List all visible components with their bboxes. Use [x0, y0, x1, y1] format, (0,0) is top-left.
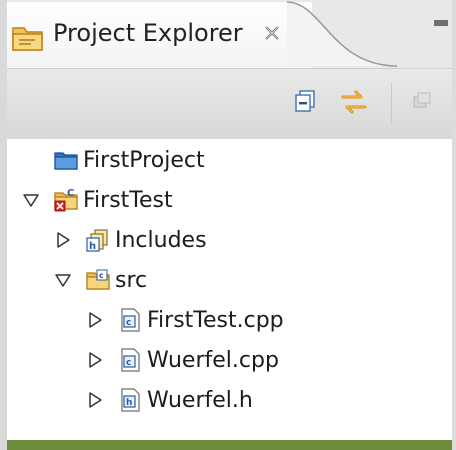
- tree-item-label: FirstTest: [83, 187, 173, 213]
- project-tree: FirstProject C FirstTest h Includes c sr…: [7, 140, 452, 440]
- project-explorer-tab[interactable]: Project Explorer: [7, 2, 312, 68]
- closed-project-icon: [54, 152, 78, 170]
- tree-item-src[interactable]: c src: [53, 260, 147, 300]
- svg-text:c: c: [126, 318, 131, 328]
- collapsed-toggle-icon[interactable]: [85, 390, 105, 410]
- svg-text:h: h: [126, 398, 132, 408]
- tab-edge-curve: [287, 1, 398, 67]
- collapsed-toggle-icon[interactable]: [53, 230, 73, 250]
- toolbar-separator: [391, 83, 392, 123]
- cpp-file-icon: c: [121, 308, 140, 332]
- window-frame-right: [452, 0, 456, 450]
- tree-item-label: Wuerfel.cpp: [147, 347, 279, 373]
- svg-text:h: h: [89, 241, 96, 252]
- tree-item-wuerfel-h[interactable]: h Wuerfel.h: [85, 380, 253, 420]
- includes-icon: h: [86, 229, 108, 252]
- window-frame-left: [0, 0, 7, 450]
- tree-item-label: Includes: [115, 227, 207, 253]
- folder-view-icon: [12, 27, 43, 51]
- tree-item-label: FirstProject: [83, 147, 205, 173]
- collapsed-toggle-icon[interactable]: [85, 350, 105, 370]
- link-with-editor-icon[interactable]: [337, 85, 371, 119]
- bottom-status-strip: [7, 440, 452, 450]
- tree-item-firsttest[interactable]: C FirstTest: [21, 180, 173, 220]
- tree-item-includes[interactable]: h Includes: [53, 220, 207, 260]
- tree-item-label: Wuerfel.h: [147, 387, 253, 413]
- header-file-icon: h: [121, 388, 140, 412]
- svg-text:C: C: [67, 188, 74, 199]
- view-title: Project Explorer: [53, 19, 243, 47]
- c-project-icon: C: [54, 188, 78, 212]
- minimize-button[interactable]: [434, 20, 448, 26]
- tree-item-label: FirstTest.cpp: [147, 307, 284, 333]
- svg-text:c: c: [99, 271, 104, 280]
- tree-item-label: src: [115, 267, 148, 293]
- tree-item-firstproject[interactable]: FirstProject: [53, 140, 205, 180]
- close-icon[interactable]: [262, 23, 282, 43]
- view-menu-icon[interactable]: [405, 85, 439, 119]
- tree-item-firsttest-cpp[interactable]: c FirstTest.cpp: [85, 300, 284, 340]
- expanded-toggle-icon[interactable]: [53, 270, 73, 290]
- view-toolbar: [7, 68, 452, 139]
- cpp-file-icon: c: [121, 348, 140, 372]
- svg-text:c: c: [126, 358, 131, 368]
- collapse-all-icon[interactable]: [289, 85, 323, 119]
- collapsed-toggle-icon[interactable]: [85, 310, 105, 330]
- view-tab-bar: Project Explorer: [7, 0, 452, 68]
- tree-item-wuerfel-cpp[interactable]: c Wuerfel.cpp: [85, 340, 279, 380]
- source-folder-icon: c: [86, 269, 110, 290]
- expanded-toggle-icon[interactable]: [21, 190, 41, 210]
